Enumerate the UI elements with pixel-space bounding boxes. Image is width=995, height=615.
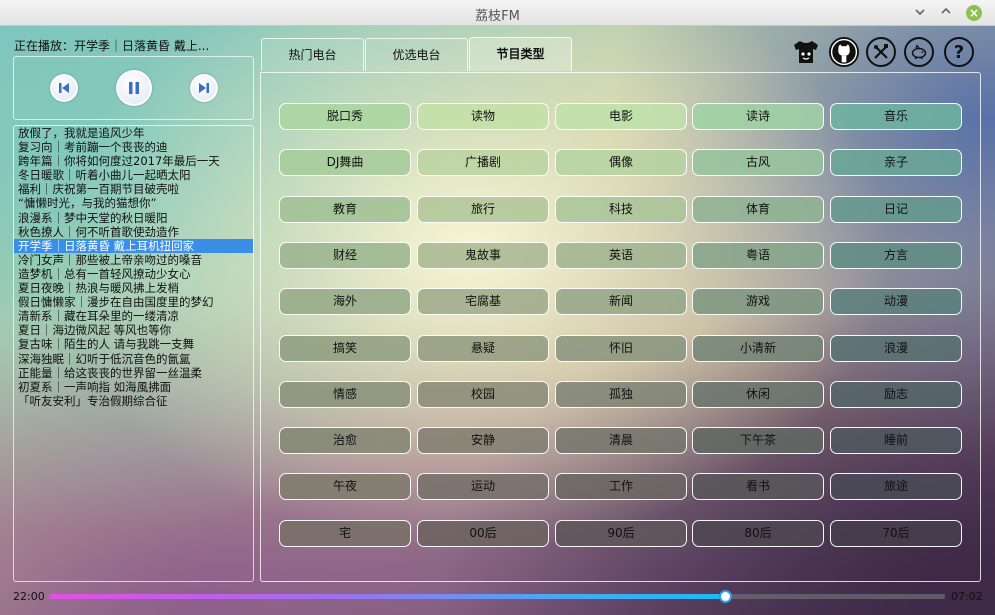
maximize-icon[interactable] — [938, 5, 954, 21]
category-button[interactable]: 治愈 — [279, 427, 411, 455]
tab-hot-stations[interactable]: 热门电台 — [261, 38, 364, 71]
category-button[interactable]: 清晨 — [555, 427, 687, 455]
elapsed-time: 22:00 — [13, 590, 45, 603]
category-button[interactable]: 日记 — [830, 195, 962, 223]
next-track-button[interactable] — [190, 74, 218, 102]
playlist-item[interactable]: 夏日｜海边微风起 等风也等你 — [14, 323, 253, 337]
category-button[interactable]: 古风 — [692, 149, 824, 177]
category-button[interactable]: 脱口秀 — [279, 103, 411, 130]
playlist-item[interactable]: 清新系｜藏在耳朵里的一缕清凉 — [14, 309, 253, 323]
category-button[interactable]: 情感 — [279, 380, 411, 408]
category-button[interactable]: 午夜 — [279, 473, 411, 501]
playlist-item[interactable]: 跨年篇｜你将如何度过2017年最后一天 — [14, 154, 253, 168]
category-button[interactable]: 粤语 — [692, 241, 824, 269]
category-button[interactable]: 读物 — [417, 103, 549, 130]
category-button[interactable]: 旅行 — [417, 195, 549, 223]
category-button[interactable]: 安静 — [417, 427, 549, 455]
category-button[interactable]: 体育 — [692, 195, 824, 223]
category-button[interactable]: 旅途 — [830, 473, 962, 501]
playlist-item[interactable]: 造梦机｜总有一首轻风撩动少女心 — [14, 267, 253, 281]
category-button[interactable]: 音乐 — [830, 103, 962, 130]
seek-bar-fill — [49, 594, 726, 599]
category-button[interactable]: 00后 — [417, 519, 549, 547]
category-button[interactable]: 90后 — [555, 519, 687, 547]
category-button[interactable]: 运动 — [417, 473, 549, 501]
now-playing-label: 正在播放：开学季｜日落黄昏 戴上... — [14, 39, 210, 53]
playlist-item[interactable]: 放假了，我就是追风少年 — [14, 126, 253, 140]
shirt-icon[interactable] — [791, 37, 821, 67]
category-button[interactable]: 新闻 — [555, 288, 687, 316]
category-button[interactable]: 看书 — [692, 473, 824, 501]
category-button[interactable]: 怀旧 — [555, 334, 687, 362]
category-button[interactable]: 小清新 — [692, 334, 824, 362]
category-button[interactable]: 读诗 — [692, 103, 824, 130]
playlist-item[interactable]: 正能量｜给这丧丧的世界留一丝温柔 — [14, 366, 253, 380]
category-button[interactable]: DJ舞曲 — [279, 149, 411, 177]
skip-forward-icon — [199, 83, 209, 93]
playlist-item[interactable]: 「听友安利」专治假期综合征 — [14, 394, 253, 408]
window-title: 荔枝FM — [475, 9, 520, 24]
playlist-item[interactable]: 福利｜庆祝第一百期节目破壳啦 — [14, 182, 253, 196]
pause-button[interactable] — [116, 70, 152, 106]
category-button[interactable]: 财经 — [279, 241, 411, 269]
category-button[interactable]: 宅腐基 — [417, 288, 549, 316]
category-button[interactable]: 宅 — [279, 519, 411, 547]
category-button[interactable]: 亲子 — [830, 149, 962, 177]
category-button[interactable]: 工作 — [555, 473, 687, 501]
minimize-icon[interactable] — [912, 5, 928, 21]
playlist-item[interactable]: 秋色撩人｜何不听首歌使劲造作 — [14, 225, 253, 239]
playlist[interactable]: 放假了，我就是追风少年 复习向｜考前蹦一个丧丧的迪 跨年篇｜你将如何度过2017年最… — [13, 125, 254, 582]
skip-back-icon — [59, 83, 69, 93]
category-button[interactable]: 科技 — [555, 195, 687, 223]
category-button[interactable]: 睡前 — [830, 427, 962, 455]
tab-program-types[interactable]: 节目类型 — [469, 37, 572, 71]
playlist-item[interactable]: 开学季｜日落黄昏 戴上耳机扭回家 — [14, 238, 253, 253]
playlist-item[interactable]: 浪漫系｜梦中天堂的秋日暖阳 — [14, 211, 253, 225]
category-button[interactable]: 搞笑 — [279, 334, 411, 362]
category-button[interactable]: 悬疑 — [417, 334, 549, 362]
close-icon[interactable]: × — [966, 5, 982, 21]
playlist-item[interactable]: 初夏系｜一声响指 如海風拂面 — [14, 380, 253, 394]
seek-bar[interactable] — [49, 590, 945, 603]
playback-controls — [13, 56, 254, 120]
category-button[interactable]: 下午茶 — [692, 427, 824, 455]
category-button[interactable]: 励志 — [830, 380, 962, 408]
help-icon[interactable]: ? — [944, 37, 974, 67]
pause-icon — [129, 82, 139, 94]
piggy-bank-icon[interactable] — [904, 37, 934, 67]
category-button[interactable]: 英语 — [555, 241, 687, 269]
github-icon[interactable] — [829, 37, 859, 67]
category-button[interactable]: 电影 — [555, 103, 687, 130]
playlist-item[interactable]: “慵懒时光，与我的猫想你” — [14, 196, 253, 210]
progress-bar-area: 22:00 07:02 — [0, 585, 995, 609]
category-button[interactable]: 教育 — [279, 195, 411, 223]
total-time: 07:02 — [951, 590, 983, 603]
category-button[interactable]: 鬼故事 — [417, 241, 549, 269]
category-button[interactable]: 浪漫 — [830, 334, 962, 362]
category-button[interactable]: 校园 — [417, 380, 549, 408]
category-button[interactable]: 海外 — [279, 288, 411, 316]
playlist-item[interactable]: 冬日暖歌｜听着小曲儿一起晒太阳 — [14, 168, 253, 182]
tab-featured-stations[interactable]: 优选电台 — [365, 38, 468, 71]
playlist-item[interactable]: 复习向｜考前蹦一个丧丧的迪 — [14, 140, 253, 154]
category-button[interactable]: 孤独 — [555, 380, 687, 408]
tools-icon[interactable] — [866, 37, 896, 67]
playlist-item[interactable]: 假日慵懒家｜漫步在自由国度里的梦幻 — [14, 295, 253, 309]
title-bar: 荔枝FM × — [0, 0, 995, 26]
category-button[interactable]: 游戏 — [692, 288, 824, 316]
category-button[interactable]: 偶像 — [555, 149, 687, 177]
playlist-item[interactable]: 冷门女声｜那些被上帝亲吻过的嗓音 — [14, 253, 253, 267]
category-button[interactable]: 休闲 — [692, 380, 824, 408]
category-button[interactable]: 80后 — [692, 519, 824, 547]
playlist-item[interactable]: 夏日夜晚｜热浪与暖风拂上发梢 — [14, 281, 253, 295]
category-button[interactable]: 广播剧 — [417, 149, 549, 177]
playlist-item[interactable]: 深海独眠｜幻听于低沉音色的氤氲 — [14, 352, 253, 366]
previous-track-button[interactable] — [50, 74, 78, 102]
category-button[interactable]: 动漫 — [830, 288, 962, 316]
seek-bar-handle[interactable] — [719, 590, 733, 603]
playlist-item[interactable]: 复古味｜陌生的人 请与我跳一支舞 — [14, 337, 253, 351]
category-button[interactable]: 方言 — [830, 241, 962, 269]
category-button[interactable]: 70后 — [830, 519, 962, 547]
